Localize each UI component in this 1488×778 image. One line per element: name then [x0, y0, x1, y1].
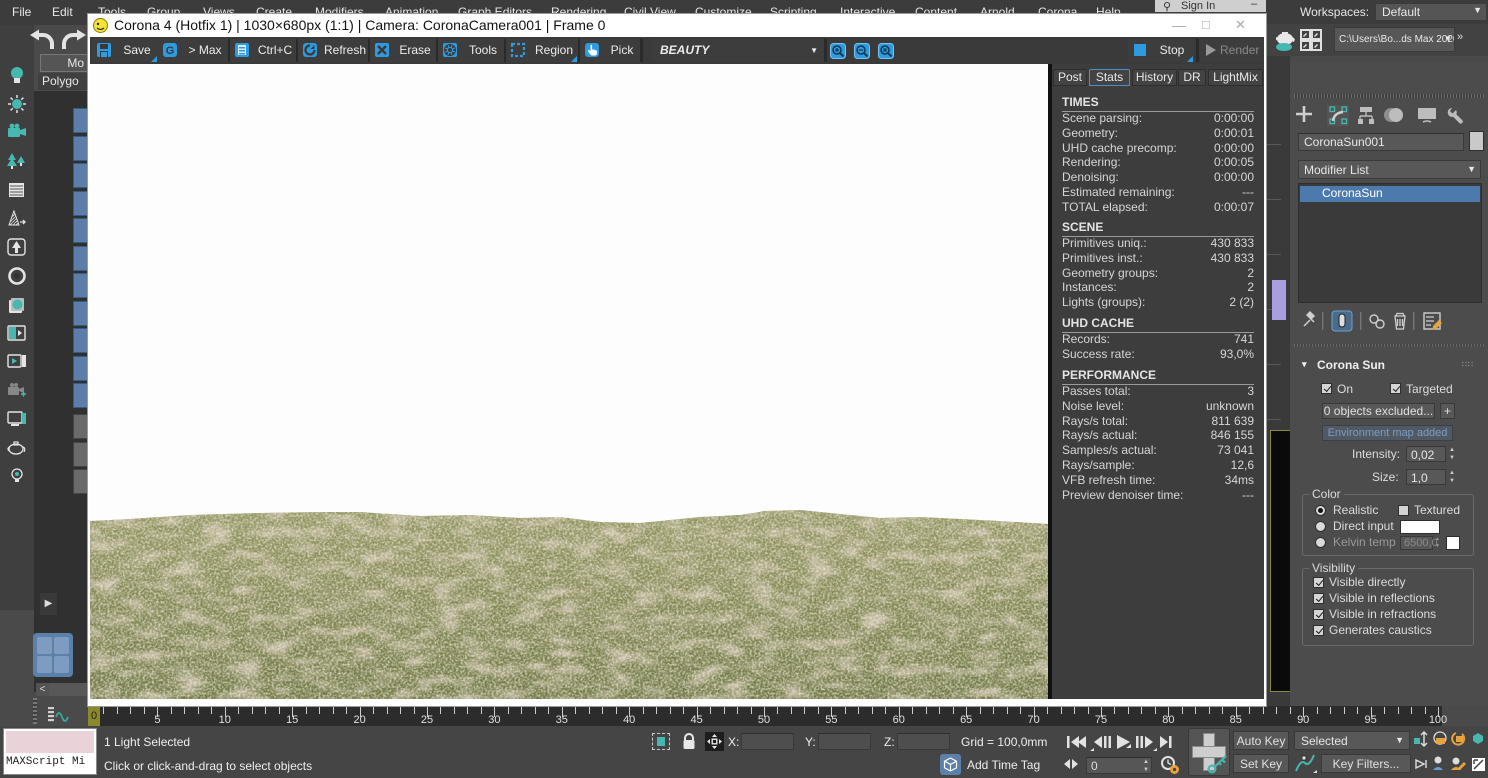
svg-text:G: G — [166, 45, 175, 57]
